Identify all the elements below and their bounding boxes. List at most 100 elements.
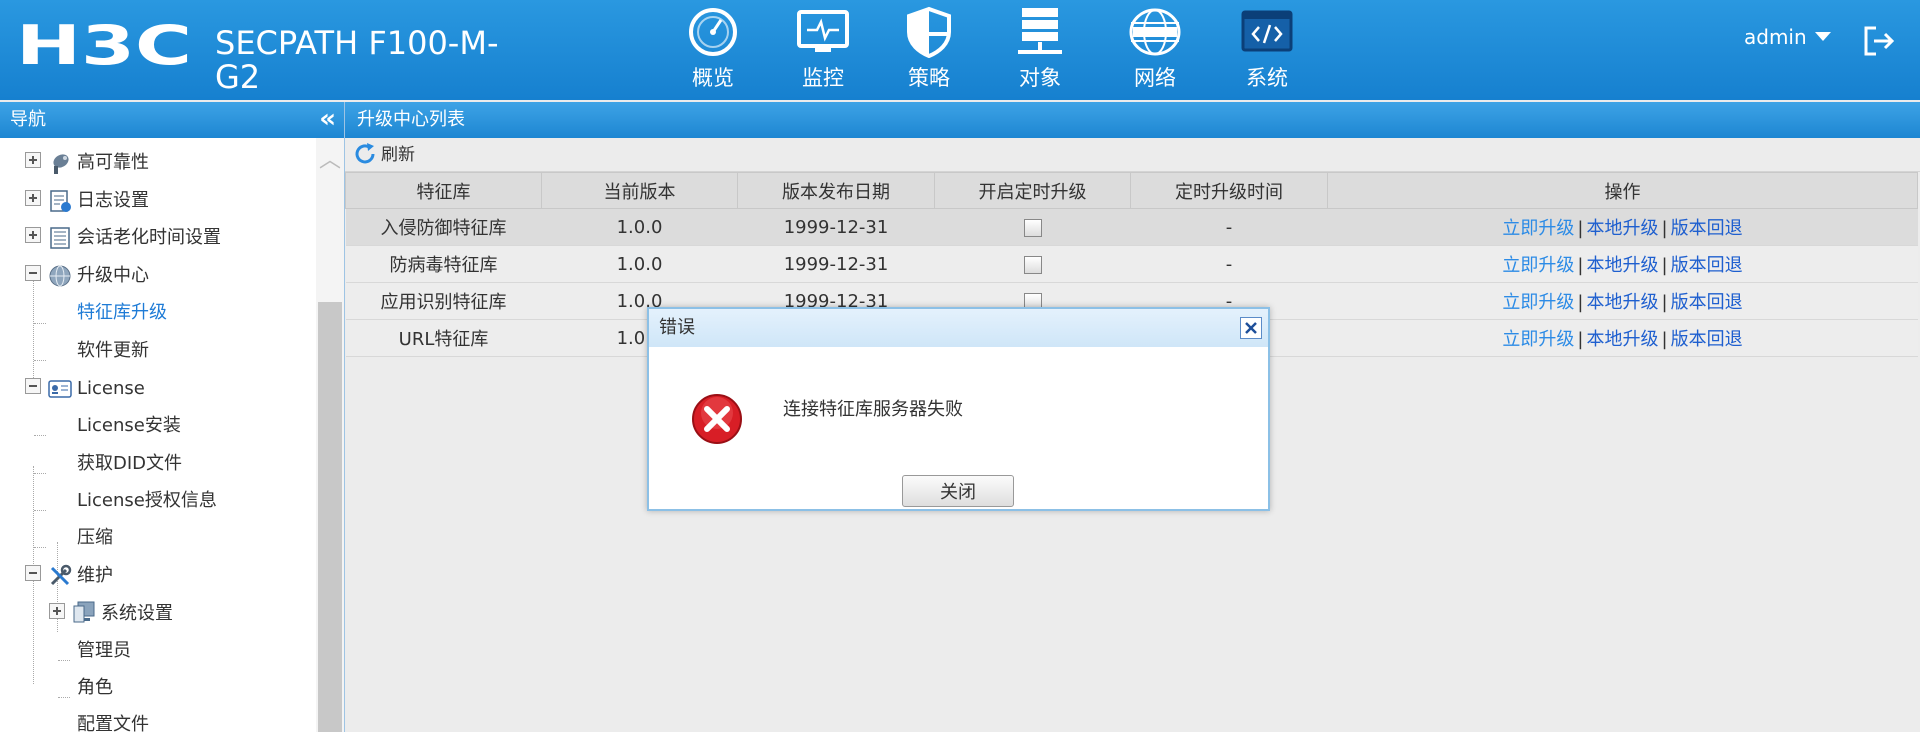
navigation-sidebar: 导航 « 高可靠性 日志设置 会话老化时间设置 升级中心 特征库升级 软件更新 … xyxy=(0,102,345,732)
nav-network[interactable]: 网络 xyxy=(1110,6,1200,92)
tree-branch xyxy=(34,435,46,436)
column-header[interactable]: 当前版本 xyxy=(541,172,738,209)
sidebar-item-license-info[interactable]: License授权信息 xyxy=(77,486,217,516)
username: admin xyxy=(1744,25,1807,49)
sidebar-item-upgrade-center[interactable]: 升级中心 xyxy=(77,261,149,291)
refresh-button[interactable]: 刷新 xyxy=(353,143,415,165)
nav-object[interactable]: 对象 xyxy=(995,6,1085,92)
sidebar-item-session-aging[interactable]: 会话老化时间设置 xyxy=(77,223,221,253)
nav-system[interactable]: 系统 xyxy=(1222,6,1312,92)
sidebar-item-maintenance[interactable]: 维护 xyxy=(77,561,113,591)
cell-actions: 立即升级 | 本地升级 | 版本回退 xyxy=(1327,282,1918,320)
sidebar-item-license[interactable]: License xyxy=(77,374,145,404)
computer-settings-icon xyxy=(73,601,95,623)
sidebar-item-signature-upgrade[interactable]: 特征库升级 xyxy=(77,298,167,328)
svg-text:H3C: H3C xyxy=(16,22,192,68)
cell-name: 应用识别特征库 xyxy=(345,282,542,320)
cell-actions: 立即升级 | 本地升级 | 版本回退 xyxy=(1327,245,1918,283)
gauge-icon xyxy=(689,8,737,56)
sidebar-item-license-install[interactable]: License安装 xyxy=(77,411,181,441)
tree-branch xyxy=(34,323,46,324)
table-row[interactable]: 防病毒特征库 1.0.0 1999-12-31 - 立即升级 | 本地升级 | 版本回退 xyxy=(345,245,1918,283)
nav-label: 网络 xyxy=(1134,66,1176,90)
local-upgrade-link[interactable]: 本地升级 xyxy=(1587,255,1659,276)
satellite-dish-icon xyxy=(53,154,69,174)
tree-guide xyxy=(33,278,34,394)
error-dialog: 错误 连接特征库服务器失败 关闭 xyxy=(647,307,1270,511)
scheduled-checkbox[interactable] xyxy=(1023,218,1042,237)
rollback-link[interactable]: 版本回退 xyxy=(1671,292,1743,313)
nav-label: 概览 xyxy=(692,66,734,90)
column-header[interactable]: 操作 xyxy=(1327,172,1918,209)
sidebar-item-software-update[interactable]: 软件更新 xyxy=(77,336,149,366)
user-menu[interactable]: admin xyxy=(1744,25,1831,49)
sidebar-scrollbar-thumb[interactable] xyxy=(318,302,342,732)
upgrade-now-link[interactable]: 立即升级 xyxy=(1502,255,1574,276)
expand-icon[interactable] xyxy=(49,603,65,619)
sidebar-item-log-settings[interactable]: 日志设置 xyxy=(77,186,149,216)
nav-monitor[interactable]: 监控 xyxy=(778,6,868,92)
column-header[interactable]: 特征库 xyxy=(345,172,542,209)
log-document-icon xyxy=(50,190,71,212)
tools-icon xyxy=(50,564,72,586)
product-name: SECPATH F100-M-G2 xyxy=(215,24,499,96)
local-upgrade-link[interactable]: 本地升级 xyxy=(1587,292,1659,313)
sidebar-item-administrators[interactable]: 管理员 xyxy=(77,636,131,666)
separator: | xyxy=(1661,329,1668,350)
collapse-node-icon[interactable] xyxy=(25,378,41,394)
close-icon xyxy=(1245,322,1257,334)
sidebar-item-config-files[interactable]: 配置文件 xyxy=(77,710,149,732)
tree-branch xyxy=(34,510,46,511)
collapse-icon[interactable]: « xyxy=(319,102,336,136)
tree-branch xyxy=(58,660,70,661)
nav-overview[interactable]: 概览 xyxy=(668,6,758,92)
globe-update-icon xyxy=(49,265,71,287)
rollback-link[interactable]: 版本回退 xyxy=(1671,329,1743,350)
column-header[interactable]: 定时升级时间 xyxy=(1130,172,1328,209)
upgrade-now-link[interactable]: 立即升级 xyxy=(1502,218,1574,239)
panel-title: 升级中心列表 xyxy=(345,102,1920,138)
nav-label: 监控 xyxy=(802,66,844,90)
nav-policy[interactable]: 策略 xyxy=(884,6,974,92)
nav-tree: 高可靠性 日志设置 会话老化时间设置 升级中心 特征库升级 软件更新 Licen… xyxy=(0,138,316,732)
expand-icon[interactable] xyxy=(25,227,41,243)
refresh-label: 刷新 xyxy=(381,145,415,165)
logout-icon[interactable] xyxy=(1862,24,1896,58)
sidebar-item-roles[interactable]: 角色 xyxy=(77,673,113,703)
tree-branch xyxy=(34,360,46,361)
upgrade-now-link[interactable]: 立即升级 xyxy=(1502,329,1574,350)
local-upgrade-link[interactable]: 本地升级 xyxy=(1587,329,1659,350)
expand-icon[interactable] xyxy=(25,190,41,206)
sidebar-item-get-did[interactable]: 获取DID文件 xyxy=(77,449,182,479)
monitor-icon xyxy=(797,10,849,52)
upgrade-now-link[interactable]: 立即升级 xyxy=(1502,292,1574,313)
close-button[interactable]: 关闭 xyxy=(902,475,1014,507)
dialog-close-button[interactable] xyxy=(1240,317,1262,339)
separator: | xyxy=(1577,329,1584,350)
rollback-link[interactable]: 版本回退 xyxy=(1671,218,1743,239)
local-upgrade-link[interactable]: 本地升级 xyxy=(1587,218,1659,239)
sidebar-item-high-availability[interactable]: 高可靠性 xyxy=(77,148,149,178)
column-header[interactable]: 开启定时升级 xyxy=(934,172,1131,209)
scheduled-checkbox[interactable] xyxy=(1023,255,1042,274)
table-header-row: 特征库 当前版本 版本发布日期 开启定时升级 定时升级时间 操作 xyxy=(345,172,1918,209)
expand-icon[interactable] xyxy=(25,152,41,168)
error-icon xyxy=(692,394,742,444)
shield-icon xyxy=(907,6,951,58)
separator: | xyxy=(1577,292,1584,313)
column-header[interactable]: 版本发布日期 xyxy=(737,172,935,209)
cell-name: 防病毒特征库 xyxy=(345,245,542,283)
sidebar-item-system-settings[interactable]: 系统设置 xyxy=(101,599,173,629)
collapse-node-icon[interactable] xyxy=(25,265,41,281)
separator: | xyxy=(1661,292,1668,313)
nav-label: 系统 xyxy=(1246,66,1288,90)
rollback-link[interactable]: 版本回退 xyxy=(1671,255,1743,276)
separator: | xyxy=(1577,255,1584,276)
collapse-node-icon[interactable] xyxy=(25,565,41,581)
dialog-titlebar: 错误 xyxy=(649,309,1268,347)
table-row[interactable]: 入侵防御特征库 1.0.0 1999-12-31 - 立即升级 | 本地升级 | 版本回… xyxy=(345,208,1918,246)
sidebar-item-compress[interactable]: 压缩 xyxy=(77,523,113,553)
scroll-up-icon[interactable]: ︿ xyxy=(318,142,342,302)
cell-scheduled xyxy=(934,245,1131,283)
license-card-icon xyxy=(48,380,72,398)
